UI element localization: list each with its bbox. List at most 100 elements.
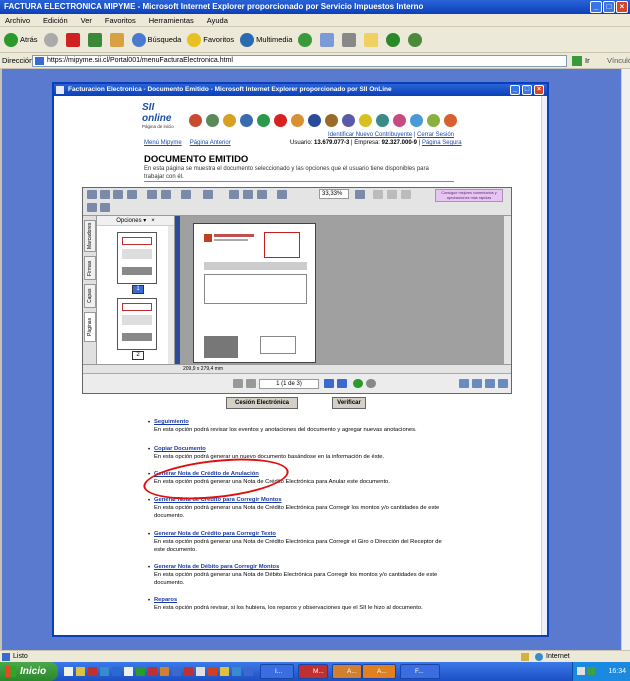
continuous-icon[interactable] <box>472 379 482 388</box>
quicklaunch-icon[interactable] <box>76 667 85 676</box>
option-link-nc-texto[interactable]: Generar Nota de Crédito para Corregir Te… <box>154 530 454 538</box>
zoom-in-icon[interactable] <box>355 190 365 199</box>
quicklaunch-icon[interactable] <box>172 667 181 676</box>
minimize-icon[interactable]: _ <box>590 1 602 13</box>
service-icon[interactable] <box>205 100 220 130</box>
options-menu[interactable]: Opciones <box>116 218 141 224</box>
quicklaunch-icon[interactable] <box>160 667 169 676</box>
task-button[interactable]: A... <box>362 664 396 679</box>
go-button[interactable]: Ir <box>585 53 590 69</box>
back-button[interactable]: Atrás <box>4 32 38 47</box>
page-thumbnail[interactable]: 2 <box>117 298 157 360</box>
zoom-field[interactable]: 33,33% <box>319 189 349 199</box>
menu-edicion[interactable]: Edición <box>43 16 68 25</box>
service-icon[interactable] <box>307 100 322 130</box>
single-page-icon[interactable] <box>459 379 469 388</box>
service-icon[interactable] <box>358 100 373 130</box>
logout-link[interactable]: Cerrar Sesión <box>417 132 454 138</box>
start-button[interactable]: Inicio <box>0 662 58 681</box>
popup-maximize-icon[interactable]: □ <box>522 85 532 95</box>
verify-button[interactable]: Verificar <box>332 397 366 409</box>
fit-width-icon[interactable] <box>257 190 267 199</box>
popup-minimize-icon[interactable]: _ <box>510 85 520 95</box>
thumbnails-scrollbar[interactable] <box>168 226 174 364</box>
comments-promo[interactable]: Consigue mejores comentarios y aprobacio… <box>435 189 503 202</box>
fit-page-icon[interactable] <box>243 190 253 199</box>
rotate-icon[interactable] <box>373 190 383 199</box>
secure-page-link[interactable]: Página Segura <box>422 140 462 146</box>
service-icon[interactable] <box>443 100 458 130</box>
quicklaunch-icon[interactable] <box>124 667 133 676</box>
mail-button[interactable] <box>320 32 336 47</box>
last-page-icon[interactable] <box>337 379 347 388</box>
quicklaunch-icon[interactable] <box>232 667 241 676</box>
fullscreen-icon[interactable] <box>100 203 110 212</box>
quicklaunch-icon[interactable] <box>184 667 193 676</box>
history-button[interactable] <box>298 32 314 47</box>
menu-mipyme-link[interactable]: Menú Mipyme <box>144 140 182 146</box>
popup-scrollbar[interactable] <box>541 96 547 635</box>
go-forward-icon[interactable] <box>366 379 376 388</box>
expand-icon[interactable] <box>87 203 97 212</box>
task-button[interactable]: F... <box>400 664 440 679</box>
tab-signatures[interactable]: Firmas <box>84 256 96 280</box>
service-icon[interactable] <box>392 100 407 130</box>
quicklaunch-icon[interactable] <box>196 667 205 676</box>
clover-button[interactable] <box>386 32 402 47</box>
service-icon[interactable] <box>239 100 254 130</box>
quicklaunch-icon[interactable] <box>64 667 73 676</box>
actual-size-icon[interactable] <box>229 190 239 199</box>
outer-scrollbar[interactable] <box>621 69 630 650</box>
links-label[interactable]: Vínculos <box>607 53 630 69</box>
maximize-icon[interactable]: □ <box>603 1 615 13</box>
service-icon[interactable] <box>409 100 424 130</box>
zoom-out-icon[interactable] <box>277 190 287 199</box>
service-icon[interactable] <box>222 100 237 130</box>
service-icon[interactable] <box>375 100 390 130</box>
menu-herramientas[interactable]: Herramientas <box>149 16 194 25</box>
refresh-button[interactable] <box>87 32 104 47</box>
option-link-copiar[interactable]: Copiar Documento <box>154 445 454 453</box>
address-input[interactable]: https://mipyme.sii.cl/Portal001/menuFact… <box>32 55 567 67</box>
first-page-icon[interactable] <box>233 379 243 388</box>
menu-favoritos[interactable]: Favoritos <box>105 16 136 25</box>
go-icon[interactable] <box>572 56 582 66</box>
tab-pages[interactable]: Páginas <box>84 312 96 342</box>
task-button[interactable]: A... <box>332 664 362 679</box>
tab-layers[interactable]: Capas <box>84 284 96 308</box>
service-icon[interactable] <box>188 100 203 130</box>
favorites-button[interactable]: Favoritos <box>187 32 234 47</box>
next-page-icon[interactable] <box>324 379 334 388</box>
print-icon[interactable] <box>100 190 110 199</box>
electronic-session-button[interactable]: Cesión Electrónica <box>226 397 298 409</box>
save-icon[interactable] <box>87 190 97 199</box>
service-icon[interactable] <box>324 100 339 130</box>
facing-icon[interactable] <box>485 379 495 388</box>
quicklaunch-icon[interactable] <box>208 667 217 676</box>
close-panel-icon[interactable]: × <box>151 218 155 224</box>
menu-ver[interactable]: Ver <box>81 16 92 25</box>
pdf-scrollbar[interactable] <box>504 216 511 364</box>
messenger-button[interactable] <box>408 32 424 47</box>
quicklaunch-icon[interactable] <box>88 667 97 676</box>
find-icon[interactable] <box>127 190 137 199</box>
quicklaunch-icon[interactable] <box>244 667 253 676</box>
page-thumbnail[interactable]: 1 <box>117 232 157 294</box>
continuous-facing-icon[interactable] <box>498 379 508 388</box>
close-icon[interactable]: × <box>616 1 628 13</box>
print-button[interactable] <box>342 32 358 47</box>
search-button[interactable]: Búsqueda <box>131 32 181 47</box>
option-link-nd-montos[interactable]: Generar Nota de Débito para Corregir Mon… <box>154 563 454 571</box>
folder-button[interactable] <box>364 32 380 47</box>
multimedia-button[interactable]: Multimedia <box>240 32 292 47</box>
stop-button[interactable] <box>65 32 82 47</box>
quicklaunch-icon[interactable] <box>220 667 229 676</box>
service-icon[interactable] <box>290 100 305 130</box>
task-button[interactable]: I... <box>260 664 294 679</box>
zoom-icon[interactable] <box>203 190 213 199</box>
email-icon[interactable] <box>113 190 123 199</box>
quicklaunch-icon[interactable] <box>148 667 157 676</box>
menu-ayuda[interactable]: Ayuda <box>207 16 228 25</box>
task-button[interactable]: M... <box>298 664 328 679</box>
go-back-icon[interactable] <box>353 379 363 388</box>
